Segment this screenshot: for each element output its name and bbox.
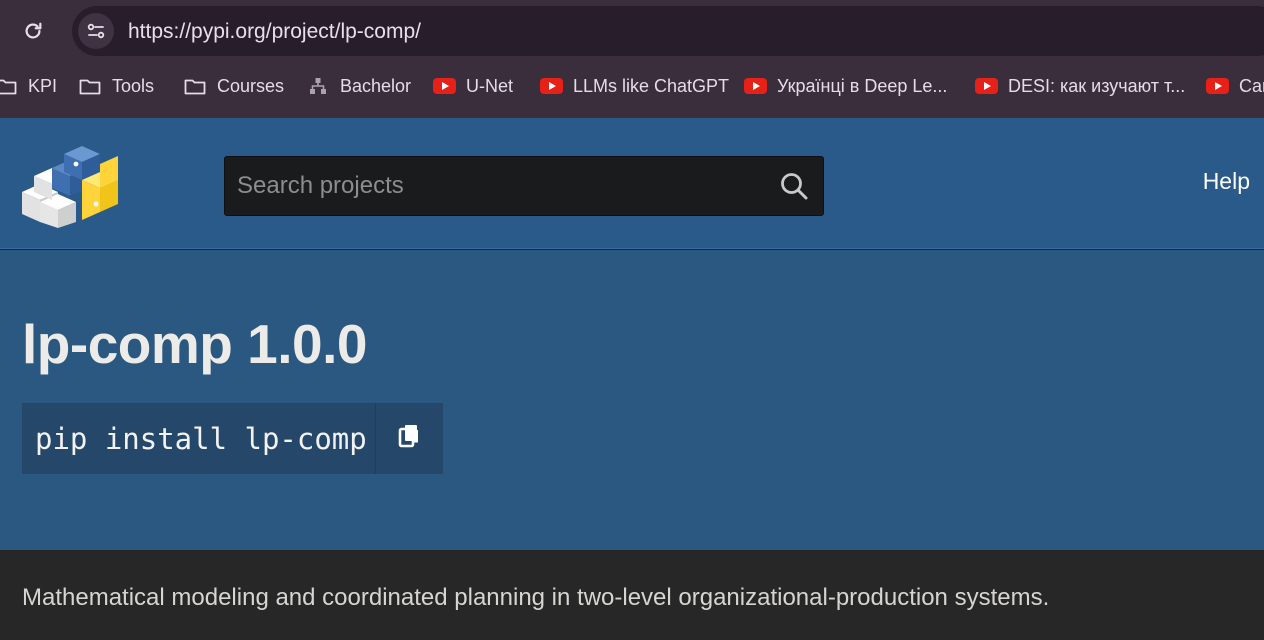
bookmark-label: Українці в Deep Le... [777,75,948,96]
youtube-icon [974,74,998,98]
search-box [224,156,824,216]
tune-icon[interactable] [78,13,114,49]
pypi-logo[interactable] [18,138,126,230]
project-summary: Mathematical modeling and coordinated pl… [22,584,1050,611]
youtube-icon [743,74,767,98]
project-banner: lp-comp 1.0.0 pip install lp-comp [0,250,1264,550]
search-icon[interactable] [777,169,811,203]
bookmarks-bar: KPI Tools Courses Bachelor U-Net LLMs li… [0,66,1264,106]
description-strip: Mathematical modeling and coordinated pl… [0,550,1264,640]
url-text[interactable]: https://pypi.org/project/lp-comp/ [128,20,421,44]
address-bar[interactable]: https://pypi.org/project/lp-comp/ [72,6,1264,56]
help-link[interactable]: Help [1203,168,1250,195]
reload-icon[interactable] [18,16,48,46]
bookmark-label: Car [1239,75,1264,96]
bookmark-bachelor[interactable]: Bachelor [306,66,411,106]
bookmark-car[interactable]: Car [1205,66,1264,106]
bookmark-label: Tools [112,75,155,96]
address-bar-row: https://pypi.org/project/lp-comp/ [0,0,1264,62]
pip-install-box: pip install lp-comp [22,403,443,474]
pip-command[interactable]: pip install lp-comp [22,403,375,474]
bookmark-tools[interactable]: Tools [78,66,154,106]
bookmark-label: Courses [217,75,285,96]
bookmark-desi[interactable]: DESI: как изучают т... [974,66,1185,106]
bookmark-unet[interactable]: U-Net [432,66,513,106]
bookmark-label: KPI [28,75,58,96]
bookmark-courses[interactable]: Courses [183,66,284,106]
folder-icon [183,74,207,98]
youtube-icon [1205,74,1229,98]
bookmark-llms[interactable]: LLMs like ChatGPT [539,66,729,106]
browser-chrome: https://pypi.org/project/lp-comp/ KPI To… [0,0,1264,118]
bookmark-label: Bachelor [340,75,412,96]
bookmark-ukrainians-deep-learning[interactable]: Українці в Deep Le... [743,66,947,106]
copy-icon [398,423,422,454]
hierarchy-icon [306,74,330,98]
site-header: Help [0,118,1264,249]
page-title: lp-comp 1.0.0 [22,313,367,375]
copy-button[interactable] [375,403,443,474]
bookmark-kpi[interactable]: KPI [0,66,57,106]
bookmark-label: LLMs like ChatGPT [573,75,730,96]
search-input[interactable] [237,157,767,215]
folder-icon [78,74,102,98]
folder-icon [0,74,18,98]
youtube-icon [539,74,563,98]
bookmark-label: DESI: как изучают т... [1008,75,1186,96]
bookmark-label: U-Net [466,75,514,96]
youtube-icon [432,74,456,98]
